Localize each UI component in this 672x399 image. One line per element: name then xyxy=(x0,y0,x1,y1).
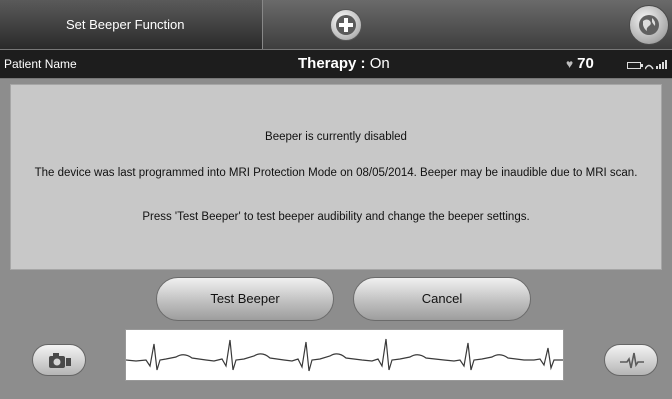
camera-icon xyxy=(49,353,71,368)
status-bar: Patient Name Therapy : On ♥ 70 xyxy=(0,49,672,79)
add-button[interactable] xyxy=(330,9,362,41)
test-beeper-button[interactable]: Test Beeper xyxy=(156,277,334,321)
patient-name: Patient Name xyxy=(4,57,77,71)
heart-rate-value: 70 xyxy=(577,55,594,72)
therapy-status: Therapy : On xyxy=(298,55,390,72)
ecg-pulse-icon xyxy=(620,352,644,369)
message-panel: Beeper is currently disabled The device … xyxy=(10,84,662,270)
plus-icon xyxy=(336,15,356,35)
heart-rate: ♥ 70 xyxy=(566,55,594,72)
globe-icon xyxy=(639,15,659,35)
therapy-label: Therapy : xyxy=(298,55,366,72)
ecg-footer xyxy=(0,326,672,399)
signal-icon xyxy=(645,60,667,70)
battery-icon xyxy=(627,62,643,69)
title-tab: Set Beeper Function xyxy=(0,0,263,49)
menu-button[interactable] xyxy=(629,5,669,45)
page-title: Set Beeper Function xyxy=(66,17,185,32)
mri-warning-message: The device was last programmed into MRI … xyxy=(34,167,638,179)
beeper-status-message: Beeper is currently disabled xyxy=(265,131,407,143)
instruction-message: Press 'Test Beeper' to test beeper audib… xyxy=(142,211,530,223)
ecg-strip xyxy=(125,329,564,381)
ecg-waveform xyxy=(125,338,563,372)
therapy-value: On xyxy=(369,55,390,72)
heart-icon: ♥ xyxy=(566,57,574,71)
screen: Set Beeper Function Patient Name Therapy… xyxy=(0,0,672,399)
snapshot-button[interactable] xyxy=(32,344,86,376)
cancel-button[interactable]: Cancel xyxy=(353,277,531,321)
action-buttons: Test Beeper Cancel xyxy=(0,277,672,322)
title-bar: Set Beeper Function xyxy=(0,0,672,49)
pulse-button[interactable] xyxy=(604,344,658,376)
